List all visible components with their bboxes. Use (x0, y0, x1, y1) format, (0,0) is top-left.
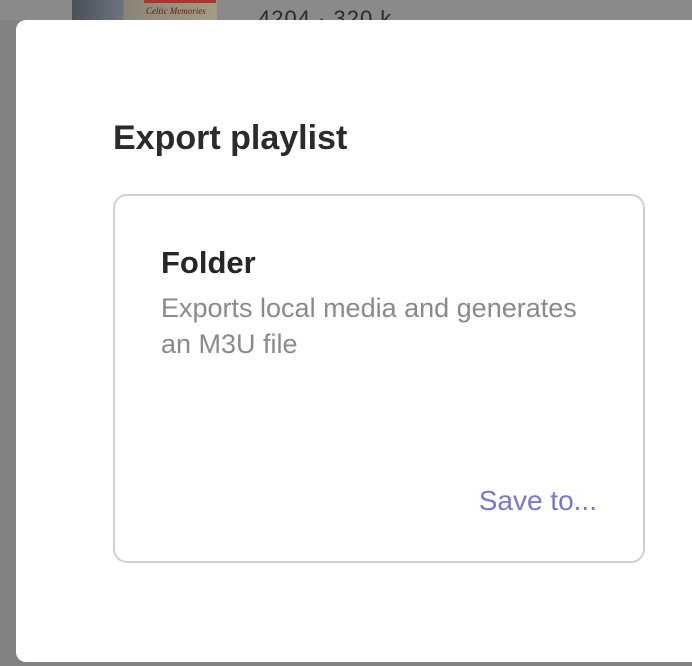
save-to-button[interactable]: Save to... (479, 483, 597, 519)
artwork-red-band (144, 0, 216, 3)
album-artwork: Celtic Memories (72, 0, 217, 20)
background-track-meta: 4204 · 320 k (258, 6, 393, 20)
export-playlist-dialog: Export playlist Folder Exports local med… (16, 20, 692, 662)
dialog-title: Export playlist (113, 119, 348, 157)
option-title: Folder (161, 245, 256, 280)
export-option-folder[interactable]: Folder Exports local media and generates… (113, 194, 645, 563)
artwork-caption: Celtic Memories (146, 6, 206, 16)
option-description: Exports local media and generates an M3U… (161, 293, 577, 359)
background-app-content: Celtic Memories 4204 · 320 k (0, 0, 692, 20)
